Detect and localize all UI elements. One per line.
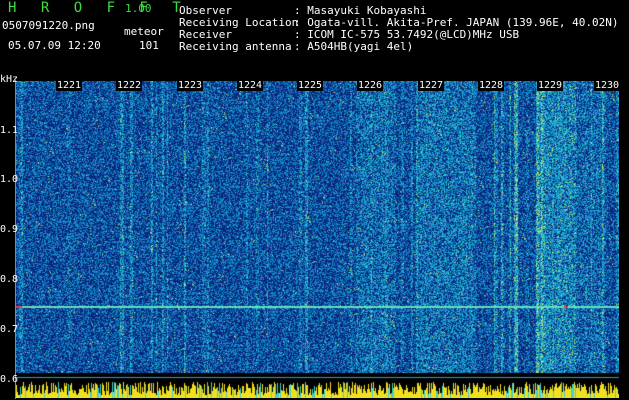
- x-tick-1225: 1225: [297, 80, 324, 91]
- info-key-antenna: Receiving antenna: [179, 40, 292, 53]
- app-title: H R O F F T: [8, 0, 189, 16]
- x-tick-1224: 1224: [237, 80, 264, 91]
- x-tick-1223: 1223: [177, 80, 204, 91]
- x-tick-1230: 1230: [594, 80, 621, 91]
- file-datetime: 05.07.09 12:20: [8, 39, 101, 52]
- info-value-antenna: : A504HB(yagi 4el): [294, 40, 414, 53]
- mode-label: meteor: [124, 25, 164, 38]
- x-tick-1227: 1227: [418, 80, 445, 91]
- x-tick-1228: 1228: [478, 80, 505, 91]
- y-axis-unit: kHz: [0, 74, 19, 85]
- x-tick-1221: 1221: [56, 80, 83, 91]
- x-tick-1222: 1222: [116, 80, 143, 91]
- spectrogram-canvas: [16, 81, 619, 398]
- y-tick-1-1: 1.1: [0, 125, 19, 136]
- file-name: 0507091220.png: [2, 19, 95, 32]
- x-tick-1226: 1226: [357, 80, 384, 91]
- y-tick-0-6: 0.6: [0, 374, 19, 385]
- y-tick-1-0: 1.0: [0, 174, 19, 185]
- x-tick-1229: 1229: [537, 80, 564, 91]
- y-tick-0-8: 0.8: [0, 274, 19, 285]
- app-version: 1.00: [125, 2, 152, 15]
- mode-count: 101: [139, 39, 159, 52]
- y-tick-0-7: 0.7: [0, 324, 19, 335]
- y-tick-0-9: 0.9: [0, 224, 19, 235]
- header-panel: H R O F F T 1.00 0507091220.png 05.07.09…: [0, 0, 629, 76]
- spectrogram-plot: [16, 81, 619, 398]
